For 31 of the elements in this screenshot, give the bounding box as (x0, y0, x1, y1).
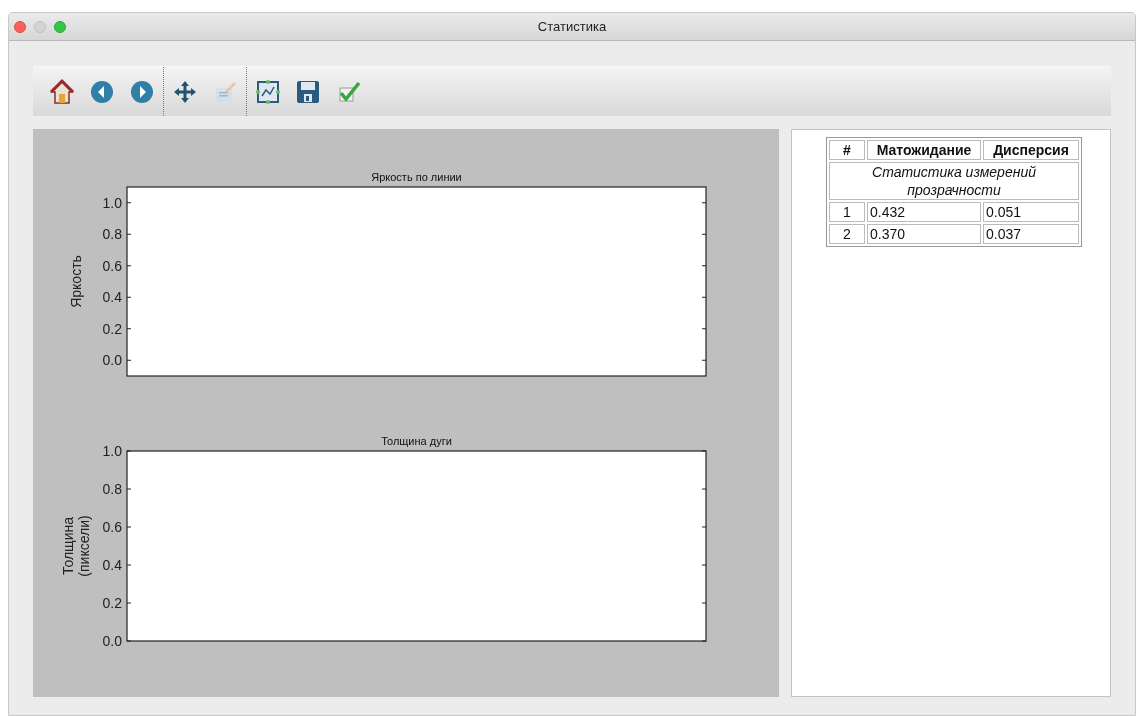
chart-fit-icon[interactable] (254, 77, 282, 106)
chart-title: Яркость по линии (371, 171, 462, 183)
tick-label: 0.0 (102, 633, 122, 649)
table-cell: 0.051 (983, 202, 1079, 222)
tick-label: 0.4 (102, 557, 122, 573)
column-header: # (829, 140, 865, 160)
table-cell: 0.370 (867, 224, 981, 244)
tick-label: 0.0 (102, 352, 122, 369)
table-cell: 0.432 (867, 202, 981, 222)
tick-label: 0.8 (102, 481, 122, 497)
table-cell: 0.037 (983, 224, 1079, 244)
tick-label: 0.6 (102, 257, 122, 274)
table-cell: 1 (829, 202, 865, 222)
column-header: Дисперсия (983, 140, 1079, 160)
tick-label: 0.2 (102, 595, 122, 611)
zoom-button[interactable] (54, 20, 66, 33)
chart-title: Толщина дуги (381, 435, 452, 447)
tick-label: 0.2 (102, 320, 122, 337)
tick-label: 0.6 (102, 519, 122, 535)
table-caption: Статистика измерений прозрачности (829, 162, 1079, 200)
tick-label: 0.4 (102, 289, 122, 306)
home-icon[interactable] (48, 77, 76, 106)
column-header: Матожидание (867, 140, 981, 160)
tick-label: 0.8 (102, 226, 122, 243)
close-button[interactable] (14, 20, 26, 33)
tick-label: 1.0 (102, 443, 122, 459)
tick-label: 1.0 (102, 194, 122, 211)
window-title: Статистика (537, 17, 607, 36)
axis-label: Толщина (пиксели) (60, 515, 92, 577)
table-cell: 2 (829, 224, 865, 244)
axis-label: Яркость (68, 255, 84, 308)
